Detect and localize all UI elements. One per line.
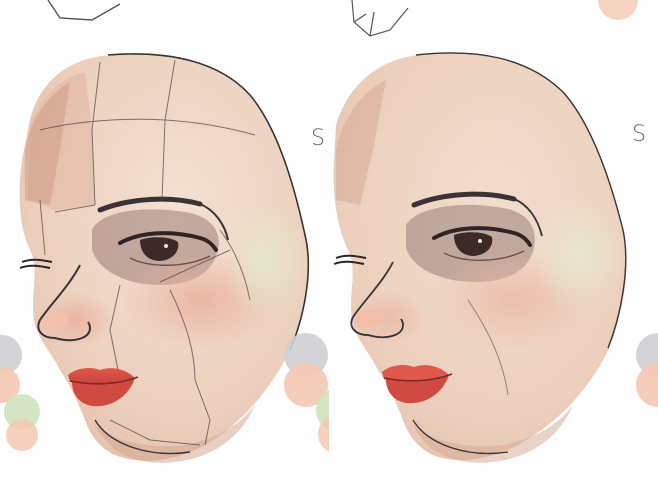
margin-mark-right: S bbox=[632, 122, 646, 147]
side-green-tint bbox=[220, 200, 310, 320]
swatch-peach-2 bbox=[6, 419, 38, 451]
eye-highlight bbox=[164, 244, 168, 248]
panel-linework-study: S bbox=[0, 0, 329, 502]
face-linework-svg bbox=[0, 0, 329, 463]
side-green-tint bbox=[532, 195, 628, 315]
swatch-peach bbox=[636, 363, 658, 407]
top-sketch-box bbox=[351, 0, 409, 37]
artwork-canvas: S S bbox=[0, 0, 658, 502]
top-sketch-stroke bbox=[47, 0, 121, 21]
face-rendering-svg bbox=[333, 0, 658, 463]
panel-smoothed-rendering: S bbox=[318, 0, 658, 502]
eye-highlight bbox=[478, 239, 482, 243]
top-swatch bbox=[598, 0, 638, 20]
